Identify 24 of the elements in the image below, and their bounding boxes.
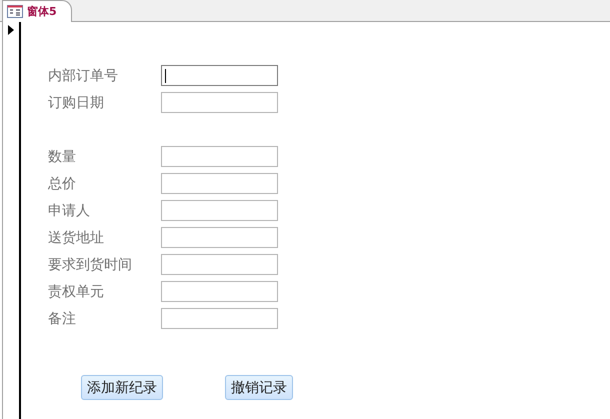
input-field[interactable] <box>161 92 278 113</box>
field-label: 要求到货时间 <box>48 256 133 274</box>
action-button[interactable]: 添加新纪录 <box>81 375 163 400</box>
input-field[interactable] <box>161 254 278 275</box>
field-label: 送货地址 <box>48 228 105 248</box>
field-label: 备注 <box>48 310 77 328</box>
field-label: 订购日期 <box>48 94 105 112</box>
input-field[interactable] <box>161 308 278 329</box>
field-label: 申请人 <box>48 202 91 220</box>
input-field[interactable] <box>161 173 278 194</box>
form-icon <box>7 5 23 18</box>
record-pointer-icon <box>8 25 14 35</box>
input-field[interactable] <box>161 146 278 167</box>
input-field[interactable] <box>161 65 278 86</box>
field-label: 责权单元 <box>48 282 105 302</box>
input-field[interactable] <box>161 200 278 221</box>
field-label: 数量 <box>48 148 77 166</box>
field-label: 总价 <box>48 174 77 194</box>
action-button[interactable]: 撤销记录 <box>225 375 293 400</box>
text-cursor <box>165 68 166 82</box>
field-label: 内部订单号 <box>48 66 119 86</box>
form-tab[interactable]: 窗体5 <box>2 0 72 22</box>
input-field[interactable] <box>161 227 278 248</box>
input-field[interactable] <box>161 281 278 302</box>
